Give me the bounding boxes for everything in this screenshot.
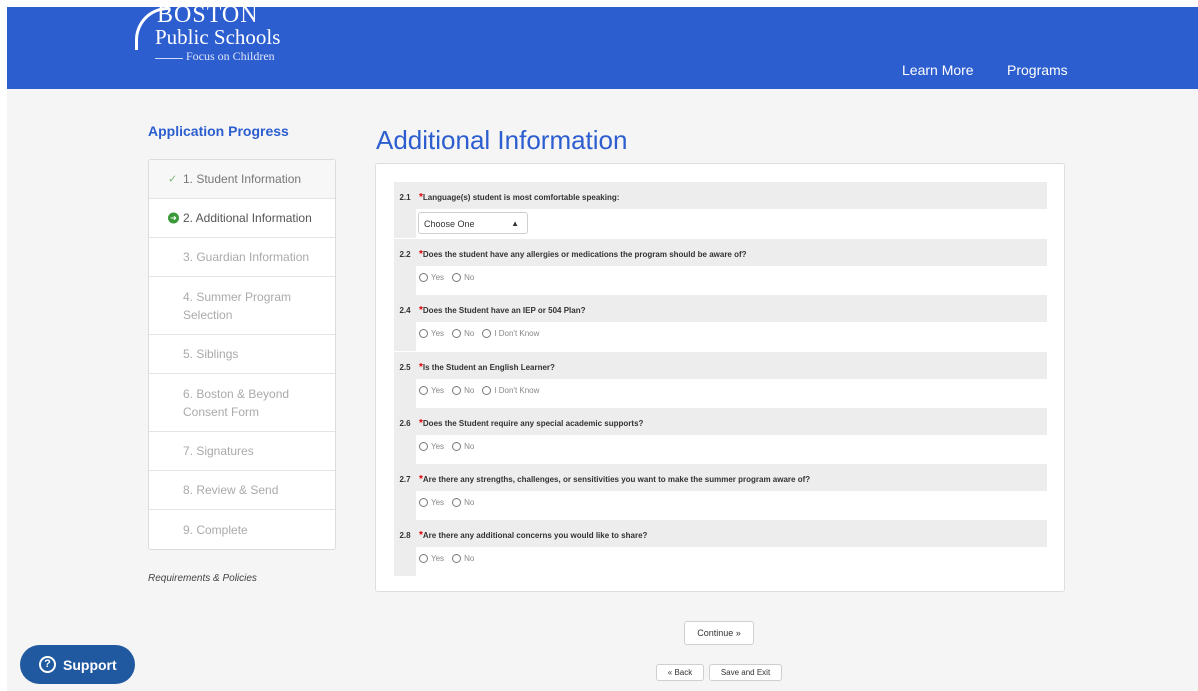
step-signatures: 7. Signatures [149, 432, 335, 471]
step-label: 1. Student Information [183, 172, 302, 186]
question-label: *Does the Student have an IEP or 504 Pla… [419, 305, 586, 316]
site-header: BOSTON Public Schools Focus on Children … [7, 3, 1198, 89]
question-number: 2.2 [394, 239, 416, 295]
step-label: 7. Signatures [183, 444, 254, 458]
radio-no[interactable]: No [452, 498, 474, 507]
question-number: 2.7 [394, 464, 416, 520]
step-additional-information[interactable]: ➜ 2. Additional Information [149, 199, 335, 238]
question-label: *Language(s) student is most comfortable… [419, 192, 620, 203]
help-icon: ? [39, 656, 56, 673]
radio-yes[interactable]: Yes [419, 386, 444, 395]
radio-circle-icon[interactable] [482, 329, 492, 338]
step-guardian-information: 3. Guardian Information [149, 238, 335, 277]
step-label: 4. Summer Program Selection [183, 289, 292, 322]
question-label: *Does the Student require any special ac… [419, 418, 644, 429]
radio-circle-icon[interactable] [452, 442, 462, 451]
radio-circle-icon[interactable] [419, 498, 428, 507]
select-value: Choose One [424, 219, 475, 229]
step-review-send: 8. Review & Send [149, 471, 335, 510]
step-complete: 9. Complete [149, 510, 335, 549]
radio-circle-icon[interactable] [419, 386, 428, 395]
question-label: *Is the Student an English Learner? [419, 362, 555, 373]
question-2-6: 2.6 *Does the Student require any specia… [394, 408, 1047, 464]
question-number: 2.8 [394, 520, 416, 576]
radio-group: Yes No [419, 498, 482, 507]
radio-circle-icon[interactable] [452, 498, 462, 507]
step-siblings: 5. Siblings [149, 335, 335, 374]
progress-steps: ✓ 1. Student Information ➜ 2. Additional… [148, 159, 336, 550]
step-label: 2. Additional Information [183, 211, 312, 225]
support-button[interactable]: ? Support [20, 645, 135, 684]
radio-dont-know[interactable]: I Don't Know [482, 329, 539, 338]
nav-programs[interactable]: Programs [1007, 62, 1068, 78]
radio-circle-icon[interactable] [419, 273, 428, 282]
radio-circle-icon[interactable] [419, 554, 428, 563]
step-summer-program-selection: 4. Summer Program Selection [149, 277, 335, 335]
radio-no[interactable]: No [452, 442, 474, 451]
question-2-2: 2.2 *Does the student have any allergies… [394, 239, 1047, 295]
question-2-1: 2.1 *Language(s) student is most comfort… [394, 182, 1047, 250]
radio-no[interactable]: No [452, 554, 474, 563]
question-2-7: 2.7 *Are there any strengths, challenges… [394, 464, 1047, 520]
save-exit-button[interactable]: Save and Exit [709, 664, 782, 681]
step-label: 5. Siblings [183, 347, 239, 361]
logo-line-1: BOSTON [157, 2, 259, 28]
question-2-5: 2.5 *Is the Student an English Learner? … [394, 352, 1047, 408]
radio-yes[interactable]: Yes [419, 329, 444, 338]
logo-tagline: Focus on Children [186, 49, 275, 63]
radio-no[interactable]: No [452, 386, 474, 395]
step-label: 3. Guardian Information [183, 250, 310, 264]
continue-button[interactable]: Continue » [684, 621, 754, 645]
radio-yes[interactable]: Yes [419, 498, 444, 507]
bps-logo[interactable]: BOSTON Public Schools Focus on Children [135, 3, 335, 73]
question-2-8: 2.8 *Are there any additional concerns y… [394, 520, 1047, 576]
questions-card: 2.1 *Language(s) student is most comfort… [375, 163, 1065, 592]
question-number: 2.1 [394, 182, 416, 238]
language-select[interactable]: Choose One ▲▼ [418, 212, 528, 250]
radio-circle-icon[interactable] [419, 442, 428, 451]
radio-yes[interactable]: Yes [419, 554, 444, 563]
radio-group: Yes No [419, 554, 482, 563]
step-label: 9. Complete [183, 522, 248, 537]
step-student-information[interactable]: ✓ 1. Student Information [149, 160, 335, 199]
question-number: 2.6 [394, 408, 416, 464]
radio-circle-icon[interactable] [452, 554, 462, 563]
step-label: 6. Boston & Beyond Consent Form [183, 386, 290, 419]
progress-title: Application Progress [148, 123, 289, 139]
back-button[interactable]: « Back [656, 664, 704, 681]
logo-rule [155, 58, 183, 59]
page-title: Additional Information [376, 125, 628, 155]
step-consent-form: 6. Boston & Beyond Consent Form [149, 374, 335, 432]
question-2-4: 2.4 *Does the Student have an IEP or 504… [394, 295, 1047, 351]
radio-circle-icon[interactable] [452, 273, 462, 282]
radio-circle-icon[interactable] [452, 329, 462, 338]
step-label: 8. Review & Send [183, 483, 279, 497]
radio-yes[interactable]: Yes [419, 442, 444, 451]
requirements-policies-link[interactable]: Requirements & Policies [148, 573, 257, 584]
support-label: Support [63, 656, 117, 673]
radio-group: Yes No [419, 273, 482, 282]
radio-yes[interactable]: Yes [419, 273, 444, 282]
radio-no[interactable]: No [452, 273, 474, 282]
arrow-circle-icon: ➜ [168, 212, 179, 224]
check-icon: ✓ [168, 173, 178, 186]
question-number: 2.5 [394, 352, 416, 408]
question-label: *Does the student have any allergies or … [419, 249, 747, 260]
nav-learn-more[interactable]: Learn More [902, 62, 974, 78]
question-label: *Are there any additional concerns you w… [419, 530, 648, 541]
question-number: 2.4 [394, 295, 416, 351]
radio-group: Yes No I Don't Know [419, 386, 547, 395]
radio-circle-icon[interactable] [452, 386, 462, 395]
radio-circle-icon[interactable] [419, 329, 428, 338]
radio-no[interactable]: No [452, 329, 474, 338]
radio-group: Yes No [419, 442, 482, 451]
radio-circle-icon[interactable] [482, 386, 492, 395]
question-label: *Are there any strengths, challenges, or… [419, 474, 811, 485]
radio-group: Yes No I Don't Know [419, 329, 547, 338]
radio-dont-know[interactable]: I Don't Know [482, 386, 539, 395]
logo-line-2: Public Schools [155, 25, 281, 49]
